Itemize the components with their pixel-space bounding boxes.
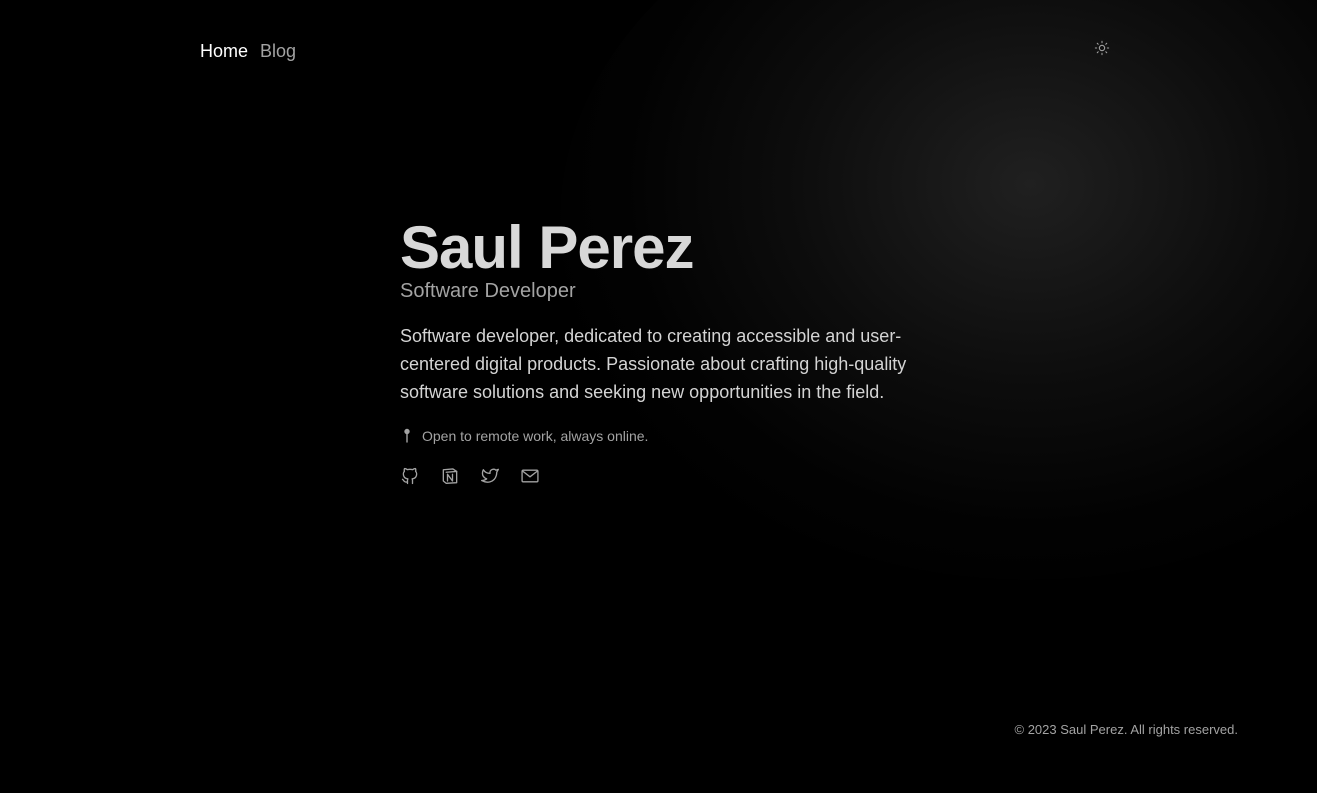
- social-links: [400, 466, 920, 486]
- twitter-icon: [481, 468, 499, 483]
- footer-copyright: © 2023 Saul Perez. All rights reserved.: [1014, 722, 1238, 737]
- github-link[interactable]: [400, 466, 420, 486]
- theme-toggle-button[interactable]: [1092, 38, 1112, 58]
- notion-icon: [442, 468, 458, 484]
- twitter-link[interactable]: [480, 466, 500, 486]
- notion-link[interactable]: [440, 466, 460, 486]
- nav-blog-link[interactable]: Blog: [260, 38, 296, 64]
- top-nav: Home Blog: [200, 38, 296, 64]
- page-title: Saul Perez: [400, 214, 695, 281]
- github-icon: [401, 467, 418, 485]
- page: Home Blog Saul Perez Software Developer …: [0, 0, 1317, 793]
- mail-icon: [521, 469, 539, 483]
- bio-text: Software developer, dedicated to creatin…: [400, 326, 907, 402]
- location-text: Open to remote work, always online.: [422, 428, 649, 444]
- sun-icon: [1094, 40, 1110, 56]
- hero-section: Saul Perez Software Developer Software d…: [400, 214, 920, 486]
- nav-home-link[interactable]: Home: [200, 38, 248, 64]
- email-link[interactable]: [520, 466, 540, 486]
- pin-icon: [404, 428, 410, 443]
- location-line: Open to remote work, always online.: [400, 426, 920, 446]
